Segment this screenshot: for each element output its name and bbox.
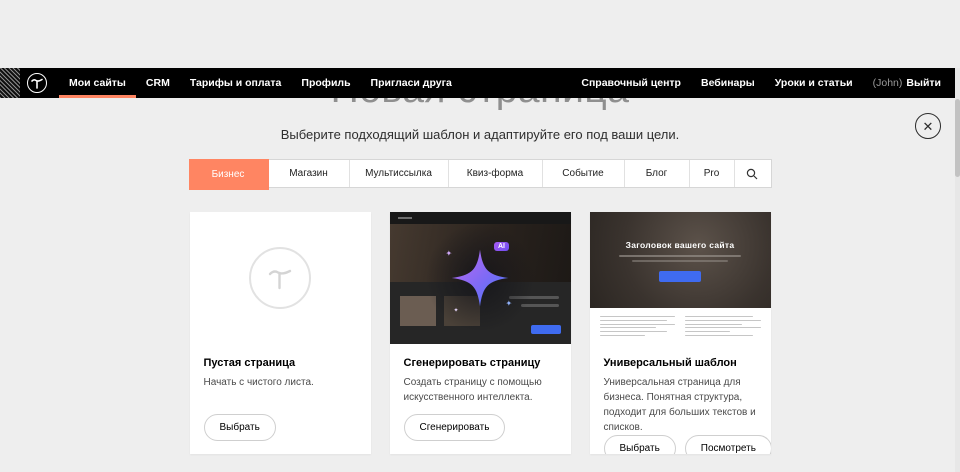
- template-cards-row: Пустая страница Начать с чистого листа. …: [190, 212, 771, 454]
- tilda-logo-icon: [27, 73, 47, 93]
- nav-my-sites[interactable]: Мои сайты: [59, 68, 136, 98]
- ai-badge: AI: [494, 242, 509, 251]
- ai-generate-preview: ✦ ✦ ✦ AI: [390, 212, 571, 344]
- nav-label: Пригласи друга: [371, 77, 452, 89]
- tab-label: Квиз-форма: [467, 168, 523, 179]
- card-buttons: Сгенерировать: [404, 414, 557, 441]
- sparkle-icon: ✦: [446, 250, 453, 258]
- nav-tariffs[interactable]: Тарифы и оплата: [180, 68, 292, 98]
- tab-search[interactable]: [735, 160, 770, 187]
- nav-webinars[interactable]: Вебинары: [691, 68, 765, 98]
- tab-event[interactable]: Событие: [543, 160, 625, 187]
- scrollbar-track: [955, 68, 960, 472]
- nav-label: CRM: [146, 77, 170, 89]
- preview-text-column: [685, 316, 761, 336]
- preview-text-column: [600, 316, 676, 336]
- preview-subline: [619, 255, 741, 257]
- main-nav: Мои сайты CRM Тарифы и оплата Профиль Пр…: [59, 68, 462, 98]
- preview-button: [659, 271, 701, 282]
- tab-multilink[interactable]: Мультиссылка: [350, 160, 449, 187]
- card-buttons: Выбрать Посмотреть: [604, 435, 757, 454]
- nav-label: Справочный центр: [581, 77, 681, 89]
- card-title: Сгенерировать страницу: [404, 357, 557, 369]
- nav-profile[interactable]: Профиль: [291, 68, 360, 98]
- view-button[interactable]: Посмотреть: [685, 435, 771, 454]
- template-category-tabs: Бизнес Магазин Мультиссылка Квиз-форма С…: [189, 159, 772, 188]
- card-title: Универсальный шаблон: [604, 357, 757, 369]
- preview-button: [531, 325, 561, 334]
- tab-label: Блог: [646, 168, 668, 179]
- tab-label: Pro: [704, 168, 720, 179]
- card-buttons: Выбрать: [204, 414, 357, 441]
- preview-subline: [632, 260, 728, 262]
- logout-link[interactable]: (John) Выйти: [863, 68, 951, 98]
- card-description: Начать с чистого листа.: [204, 375, 357, 390]
- nav-label: Мои сайты: [69, 77, 126, 89]
- card-body: Пустая страница Начать с чистого листа. …: [190, 344, 371, 454]
- tab-label: Магазин: [289, 168, 328, 179]
- card-description: Создать страницу с помощью искусственног…: [404, 375, 557, 405]
- tab-quiz-form[interactable]: Квиз-форма: [449, 160, 543, 187]
- preview-hero: Заголовок вашего сайта: [590, 212, 771, 308]
- choose-button[interactable]: Выбрать: [204, 414, 276, 441]
- close-button[interactable]: ✕: [915, 113, 941, 139]
- card-body: Сгенерировать страницу Создать страницу …: [390, 344, 571, 454]
- user-name: (John): [873, 77, 903, 89]
- preview-heading: Заголовок вашего сайта: [626, 240, 735, 250]
- card-description: Универсальная страница для бизнеса. Поня…: [604, 375, 757, 435]
- nav-label: Профиль: [301, 77, 350, 89]
- nav-label: Уроки и статьи: [775, 77, 853, 89]
- page-subtitle: Выберите подходящий шаблон и адаптируйте…: [0, 127, 960, 142]
- nav-crm[interactable]: CRM: [136, 68, 180, 98]
- topbar: Мои сайты CRM Тарифы и оплата Профиль Пр…: [0, 68, 955, 98]
- tab-label: Событие: [562, 168, 603, 179]
- nav-help-center[interactable]: Справочный центр: [571, 68, 691, 98]
- secondary-nav: Справочный центр Вебинары Уроки и статьи…: [571, 68, 951, 98]
- sparkle-icon: ✦: [506, 300, 513, 308]
- card-blank-page[interactable]: Пустая страница Начать с чистого листа. …: [190, 212, 371, 454]
- nav-lessons[interactable]: Уроки и статьи: [765, 68, 863, 98]
- nav-label: Тарифы и оплата: [190, 77, 282, 89]
- preview-text-section: [590, 308, 771, 344]
- tab-shop[interactable]: Магазин: [269, 160, 350, 187]
- tilda-mark-icon: [249, 247, 311, 309]
- sparkle-icon: ✦: [454, 308, 459, 314]
- tilda-logo[interactable]: [27, 68, 47, 98]
- close-icon: ✕: [923, 120, 934, 133]
- ai-sparkle-icon: [448, 246, 512, 310]
- tab-blog[interactable]: Блог: [625, 160, 690, 187]
- generate-button[interactable]: Сгенерировать: [404, 414, 506, 441]
- search-icon: [746, 168, 758, 180]
- card-universal-template[interactable]: Заголовок вашего сайта Универсальный шаб…: [590, 212, 771, 454]
- scrollbar-thumb[interactable]: [955, 99, 960, 177]
- card-body: Универсальный шаблон Универсальная стран…: [590, 344, 771, 454]
- universal-template-preview: Заголовок вашего сайта: [590, 212, 771, 344]
- blank-page-preview: [190, 212, 371, 344]
- card-generate-ai[interactable]: ✦ ✦ ✦ AI Сгенерировать страницу Создать …: [390, 212, 571, 454]
- logout-label: Выйти: [906, 77, 941, 89]
- card-title: Пустая страница: [204, 357, 357, 369]
- pattern-tile: [0, 68, 20, 98]
- choose-button[interactable]: Выбрать: [604, 435, 676, 454]
- tab-pro[interactable]: Pro: [690, 160, 735, 187]
- tab-label: Бизнес: [212, 169, 245, 180]
- nav-label: Вебинары: [701, 77, 755, 89]
- tab-label: Мультиссылка: [365, 168, 432, 179]
- nav-invite-friend[interactable]: Пригласи друга: [361, 68, 462, 98]
- tab-business[interactable]: Бизнес: [189, 159, 269, 190]
